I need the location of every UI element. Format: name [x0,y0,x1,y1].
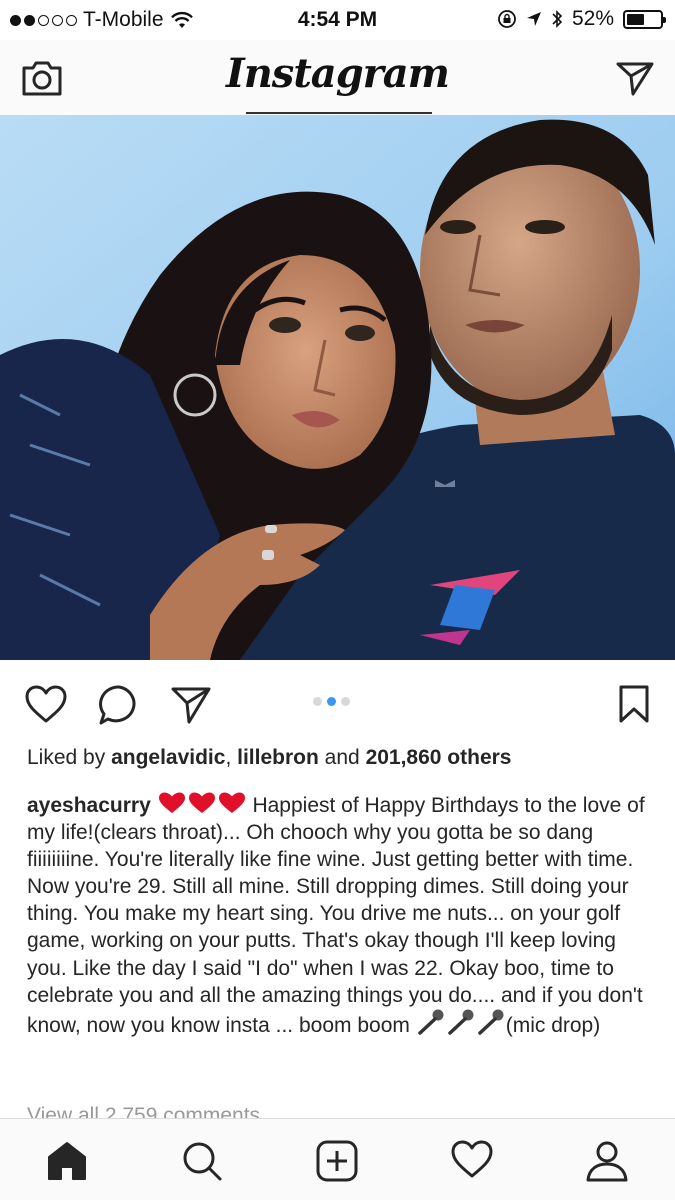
liker-username-1[interactable]: angelavidic [111,746,225,769]
liker-username-2[interactable]: lillebron [237,746,319,769]
post-actions [0,660,675,748]
carousel-indicator [313,697,350,706]
home-icon[interactable] [45,1139,89,1181]
caption-text-end: (mic drop) [505,1013,601,1037]
comment-bubble-icon[interactable] [98,684,140,726]
carousel-dot [341,697,350,706]
search-icon[interactable] [180,1139,224,1183]
status-bar: T-Mobile 4:54 PM 52% [0,0,675,40]
logo-underline [246,112,432,114]
post-photo[interactable] [0,115,675,660]
post-caption: ayeshacurry Happiest of Happy Birthdays … [27,791,652,1039]
instagram-logo: Instagram [226,50,450,97]
location-arrow-icon [526,12,541,26]
battery-icon [623,9,666,29]
add-post-icon[interactable] [315,1139,359,1183]
likes-count[interactable]: 201,860 others [366,746,512,769]
top-nav-bar: Instagram [0,40,675,115]
caption-username[interactable]: ayeshacurry [27,794,151,817]
bluetooth-icon [552,10,563,28]
rotation-lock-icon [498,10,516,28]
likes-and: and [324,746,360,769]
battery-percent: 52% [571,7,614,30]
carousel-dot [327,697,336,706]
activity-heart-icon[interactable] [450,1139,494,1179]
bookmark-icon[interactable] [618,684,650,724]
like-heart-icon[interactable] [24,684,68,724]
share-paper-plane-icon[interactable] [170,684,212,726]
likes-summary[interactable]: Liked by angelavidic, lillebron and 201,… [27,746,512,770]
caption-text: Happiest of Happy Birthdays to the love … [27,794,645,1037]
status-indicators: 52% [497,7,666,31]
view-all-comments-link[interactable]: View all 2,759 comments [27,1104,260,1118]
bottom-tab-bar [0,1118,675,1200]
likes-prefix: Liked by [27,746,106,769]
red-heart-emoji-icon [158,792,245,813]
profile-icon[interactable] [585,1139,629,1183]
paper-plane-icon[interactable] [615,58,655,98]
microphone-emoji-icon [417,1009,504,1035]
carousel-dot [313,697,322,706]
